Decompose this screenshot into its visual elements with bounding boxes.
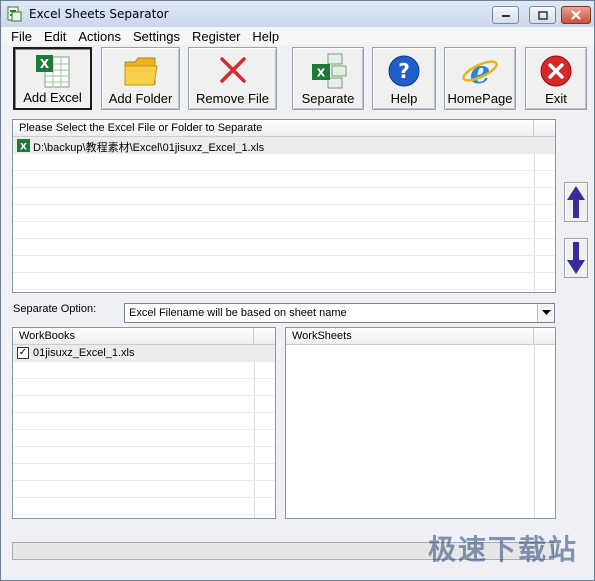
separate-option-value: Excel Filename will be based on sheet na… [129, 307, 347, 319]
separate-label: Separate [301, 91, 355, 106]
workbooks-list[interactable]: WorkBooks ✓ 01jisuxz_Excel_1.xls [12, 327, 276, 519]
add-excel-button[interactable]: X Add Excel [13, 47, 92, 110]
add-excel-label: Add Excel [23, 90, 82, 105]
svg-text:X: X [39, 57, 49, 71]
separate-sheets-icon: X [312, 53, 347, 89]
worksheets-list[interactable]: WorkSheets [285, 327, 556, 519]
separate-option-label: Separate Option: [13, 303, 97, 315]
file-path: D:\backup\教程素材\Excel\01jisuxz_Excel_1.xl… [33, 142, 265, 154]
watermark-text: 极速下载站 [427, 533, 578, 566]
worksheets-header: WorkSheets [286, 328, 555, 345]
excel-file-icon: X [35, 55, 69, 88]
help-button[interactable]: ? Help [372, 47, 436, 110]
move-up-button[interactable] [564, 182, 588, 222]
menu-settings[interactable]: Settings [127, 29, 186, 44]
add-folder-label: Add Folder [108, 91, 173, 106]
menu-register[interactable]: Register [186, 29, 246, 44]
title-bar[interactable]: Excel Sheets Separator [1, 1, 594, 27]
menu-file[interactable]: File [1, 29, 38, 44]
app-icon [7, 6, 22, 22]
list-item[interactable]: ✓ 01jisuxz_Excel_1.xls [13, 345, 275, 362]
separate-button[interactable]: X Separate [292, 47, 364, 110]
workbook-checkbox[interactable]: ✓ [17, 347, 29, 359]
file-list[interactable]: Please Select the Excel File or Folder t… [12, 119, 556, 293]
menu-actions[interactable]: Actions [72, 29, 127, 44]
minimize-button[interactable] [492, 6, 519, 24]
window-title: Excel Sheets Separator [29, 7, 169, 21]
svg-text:e: e [470, 53, 490, 90]
list-item[interactable]: X D:\backup\教程素材\Excel\01jisuxz_Excel_1.… [13, 137, 555, 154]
exit-label: Exit [545, 91, 567, 106]
close-button[interactable] [561, 6, 591, 24]
add-folder-button[interactable]: Add Folder [101, 47, 180, 110]
internet-explorer-icon: e [462, 53, 498, 90]
excel-file-icon: X [17, 139, 30, 152]
minimize-icon [501, 15, 510, 17]
arrow-down-icon [567, 242, 585, 274]
workbook-name: 01jisuxz_Excel_1.xls [33, 347, 135, 359]
help-question-icon: ? [388, 55, 420, 87]
dropdown-button[interactable] [537, 304, 554, 322]
remove-file-button[interactable]: Remove File [188, 47, 277, 110]
remove-x-icon [219, 57, 246, 83]
svg-text:?: ? [398, 59, 410, 83]
menu-help[interactable]: Help [246, 29, 285, 44]
workbooks-header: WorkBooks [13, 328, 275, 345]
menu-bar: File Edit Actions Settings Register Help [1, 27, 594, 45]
exit-button[interactable]: Exit [525, 47, 587, 110]
svg-text:X: X [317, 67, 326, 80]
homepage-label: HomePage [447, 91, 513, 106]
arrow-up-icon [567, 186, 585, 218]
homepage-button[interactable]: e HomePage [444, 47, 516, 110]
column-header-file[interactable]: Please Select the Excel File or Folder t… [13, 120, 534, 137]
column-header-workbooks[interactable]: WorkBooks [13, 328, 254, 345]
remove-file-label: Remove File [196, 91, 269, 106]
app-window: Excel Sheets Separator File Edit Actions… [0, 0, 595, 581]
move-down-button[interactable] [564, 238, 588, 278]
folder-icon [124, 57, 158, 86]
menu-edit[interactable]: Edit [38, 29, 72, 44]
chevron-down-icon [541, 310, 551, 315]
close-icon [571, 10, 581, 20]
column-header-worksheets[interactable]: WorkSheets [286, 328, 534, 345]
help-label: Help [390, 91, 418, 106]
file-list-header: Please Select the Excel File or Folder t… [13, 120, 555, 137]
maximize-icon [537, 10, 548, 20]
svg-text:X: X [20, 143, 27, 153]
separate-option-select[interactable]: Excel Filename will be based on sheet na… [124, 303, 555, 323]
exit-icon [540, 55, 572, 87]
maximize-button[interactable] [529, 6, 556, 24]
